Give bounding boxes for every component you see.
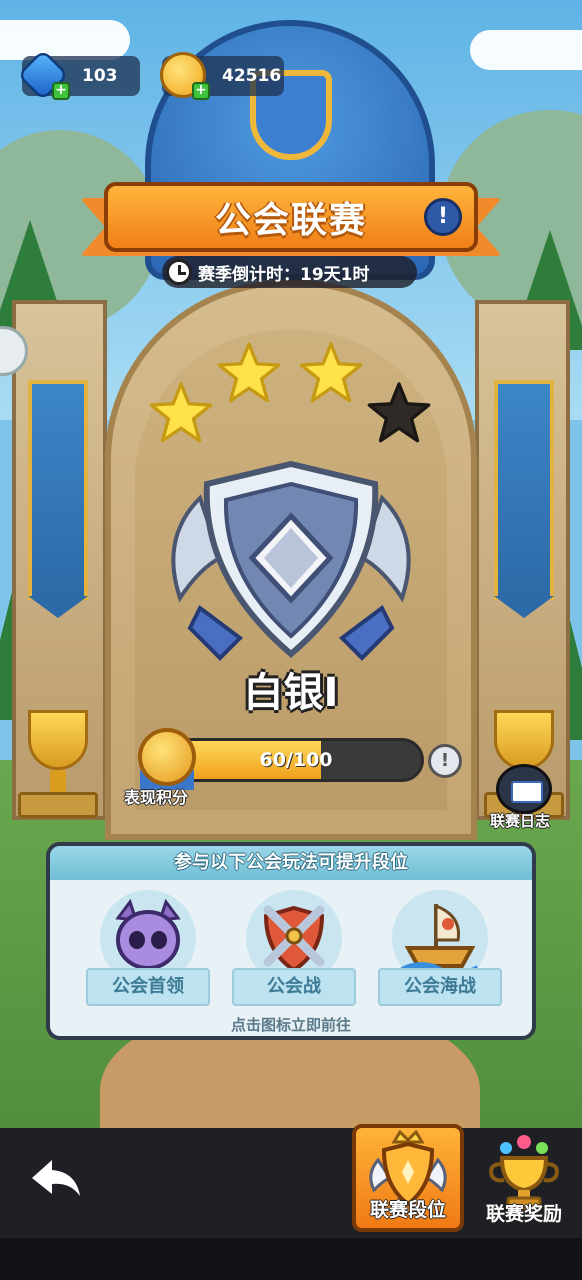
left-banner xyxy=(28,380,88,618)
panel-footer: 点击图标立即前往 xyxy=(230,1016,351,1034)
add-gems-icon[interactable]: + xyxy=(52,82,70,100)
score-label: 表现积分 xyxy=(124,788,189,807)
cloud xyxy=(470,30,582,70)
star-filled-icon xyxy=(299,342,363,403)
tab-label: 联赛奖励 xyxy=(485,1203,562,1225)
coin-amount: 42516 xyxy=(222,66,282,86)
mode-guild-war[interactable]: 公会战 xyxy=(228,890,358,1010)
score-info-button[interactable]: ! xyxy=(428,744,462,778)
gem-amount: 103 xyxy=(82,66,118,86)
star-filled-icon xyxy=(217,342,281,403)
silver-rank-shield-icon xyxy=(171,460,411,661)
mode-label: 公会首领 xyxy=(86,968,210,1006)
progress-text: 60/100 xyxy=(259,749,333,771)
info-button[interactable]: ! xyxy=(424,198,462,236)
mode-label: 公会海战 xyxy=(378,968,502,1006)
tab-league-rewards[interactable]: 联赛奖励 xyxy=(468,1124,580,1232)
star-filled-icon xyxy=(149,382,213,443)
page-title: 公会联赛 xyxy=(214,200,367,241)
mode-guild-boss[interactable]: 公会首领 xyxy=(82,890,212,1010)
rank-title: 白银I xyxy=(243,670,339,716)
coin-counter[interactable]: + 42516 xyxy=(160,52,284,100)
league-log-button[interactable] xyxy=(496,764,552,814)
tab-league-rank[interactable]: 联赛段位 xyxy=(352,1124,464,1232)
season-countdown: 赛季倒计时：19天1时 xyxy=(162,256,417,288)
mode-label: 公会战 xyxy=(232,968,356,1006)
bottom-strip xyxy=(0,1238,582,1280)
countdown-text: 赛季倒计时：19天1时 xyxy=(198,264,370,285)
score-progress-bar: 60/100 xyxy=(168,738,424,782)
panel-header: 参与以下公会玩法可提升段位 xyxy=(50,846,532,880)
league-log-label[interactable]: 联赛日志 xyxy=(490,810,550,831)
clock-icon xyxy=(166,259,192,285)
trophy-decoration-left xyxy=(18,710,98,820)
title-banner: 公会联赛 xyxy=(104,182,478,252)
star-medal-icon xyxy=(138,728,196,786)
star-empty-icon xyxy=(367,382,431,443)
cloud xyxy=(0,20,130,60)
modes-panel: 参与以下公会玩法可提升段位 公会首领 公会战 公会海战 点击图标立即前往 xyxy=(46,842,536,1040)
gem-counter[interactable]: + 103 xyxy=(16,48,140,102)
back-arrow-icon[interactable] xyxy=(26,1148,86,1208)
tab-label: 联赛段位 xyxy=(369,1199,446,1221)
right-banner xyxy=(494,380,554,618)
add-coins-icon[interactable]: + xyxy=(192,82,210,100)
mode-guild-naval[interactable]: 公会海战 xyxy=(374,890,504,1010)
